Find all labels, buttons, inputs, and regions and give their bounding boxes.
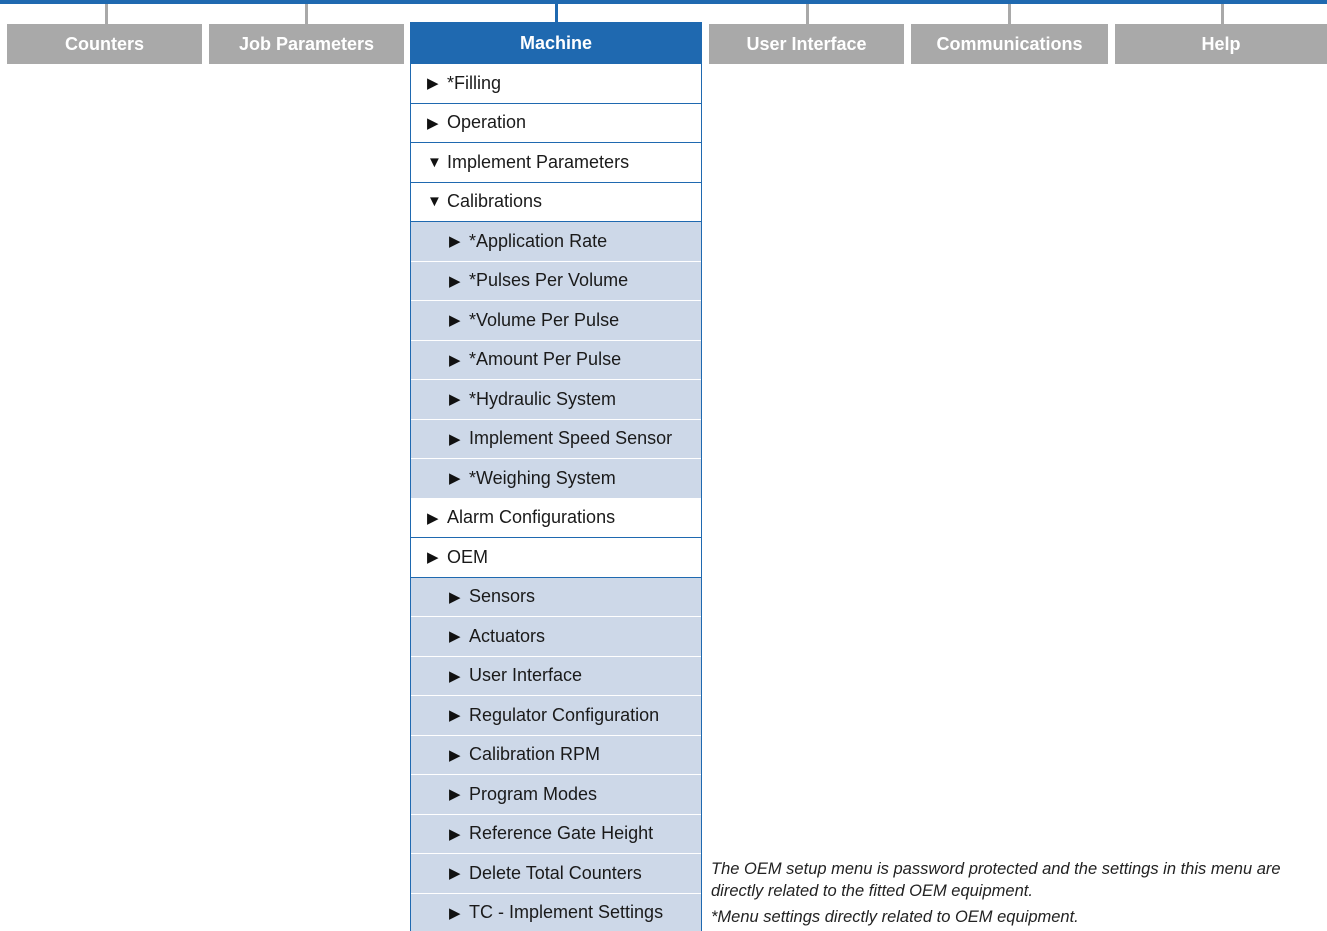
tab-connector	[1008, 4, 1011, 24]
menu-item-label: *Amount Per Pulse	[469, 349, 622, 370]
triangle-right-icon: ▶	[449, 470, 461, 488]
triangle-right-icon: ▶	[449, 904, 461, 922]
triangle-right-icon: ▶	[449, 391, 461, 409]
tab-connector	[1221, 4, 1224, 24]
menu-item-label: User Interface	[469, 665, 583, 686]
tab-counters[interactable]: Counters	[7, 24, 202, 64]
submenu-item[interactable]: ▶ Calibration RPM	[411, 735, 701, 775]
submenu-item[interactable]: ▶ *Hydraulic System	[411, 380, 701, 420]
triangle-right-icon: ▶	[449, 272, 461, 290]
submenu-item[interactable]: ▶ Delete Total Counters	[411, 854, 701, 894]
menu-item-label: Alarm Configurations	[447, 507, 616, 528]
triangle-down-icon: ▼	[427, 193, 442, 211]
tab-connector	[305, 4, 308, 24]
menu-item[interactable]: ▶ *Filling	[411, 64, 701, 104]
menu-item-label: Regulator Configuration	[469, 704, 660, 725]
triangle-right-icon: ▶	[449, 865, 461, 883]
submenu-item[interactable]: ▶ Regulator Configuration	[411, 696, 701, 736]
menu-item-label: Calibration RPM	[469, 744, 601, 765]
tab-connector-active	[555, 4, 558, 24]
tab-connector	[105, 4, 108, 24]
menu-item-label: Implement Parameters	[447, 151, 630, 172]
menu-item-label: Calibrations	[447, 191, 543, 212]
menu-item-label: *Weighing System	[469, 467, 616, 488]
triangle-right-icon: ▶	[427, 549, 439, 567]
triangle-right-icon: ▶	[449, 707, 461, 725]
menu-item-label: OEM	[447, 546, 489, 567]
menu-item-label: *Filling	[447, 72, 502, 93]
machine-menu-list: ▶ *Filling ▶ Operation ▼ Implement Parameters…	[410, 64, 702, 931]
triangle-down-icon: ▼	[427, 153, 442, 171]
triangle-right-icon: ▶	[449, 746, 461, 764]
submenu-item[interactable]: ▶ *Amount Per Pulse	[411, 340, 701, 380]
top-connector-line	[0, 0, 1327, 4]
menu-item-label: Delete Total Counters	[469, 862, 642, 883]
tab-user-interface[interactable]: User Interface	[709, 24, 904, 64]
triangle-right-icon: ▶	[449, 588, 461, 606]
submenu-item[interactable]: ▶ *Volume Per Pulse	[411, 301, 701, 341]
menu-item-label: Sensors	[469, 586, 536, 607]
tab-connector	[806, 4, 809, 24]
menu-item-label: Program Modes	[469, 783, 598, 804]
menu-item-label: *Hydraulic System	[469, 388, 617, 409]
tab-machine[interactable]: Machine	[410, 22, 702, 64]
menu-item[interactable]: ▶ Alarm Configurations	[411, 498, 701, 538]
triangle-right-icon: ▶	[427, 509, 439, 527]
triangle-right-icon: ▶	[449, 786, 461, 804]
triangle-right-icon: ▶	[449, 233, 461, 251]
tab-help[interactable]: Help	[1115, 24, 1327, 64]
menu-item-label: Reference Gate Height	[469, 823, 654, 844]
submenu-item[interactable]: ▶ TC - Implement Settings	[411, 893, 701, 931]
submenu-item[interactable]: ▶ *Application Rate	[411, 222, 701, 262]
submenu-item[interactable]: ▶ Program Modes	[411, 775, 701, 815]
menu-item-label: *Pulses Per Volume	[469, 270, 629, 291]
triangle-right-icon: ▶	[449, 430, 461, 448]
menu-item-label: Actuators	[469, 625, 546, 646]
menu-item[interactable]: ▶ OEM	[411, 538, 701, 578]
submenu-item[interactable]: ▶ Implement Speed Sensor	[411, 419, 701, 459]
menu-item[interactable]: ▼ Implement Parameters	[411, 143, 701, 183]
triangle-right-icon: ▶	[427, 75, 439, 93]
submenu-item[interactable]: ▶ User Interface	[411, 656, 701, 696]
submenu-item[interactable]: ▶ Sensors	[411, 577, 701, 617]
menu-item[interactable]: ▼ Calibrations	[411, 182, 701, 222]
asterisk-note: *Menu settings directly related to OEM e…	[711, 908, 1079, 926]
tab-communications[interactable]: Communications	[911, 24, 1108, 64]
triangle-right-icon: ▶	[449, 667, 461, 685]
oem-note: The OEM setup menu is password protected…	[711, 860, 1281, 900]
submenu-item[interactable]: ▶ *Pulses Per Volume	[411, 261, 701, 301]
menu-item-label: *Volume Per Pulse	[469, 309, 620, 330]
triangle-right-icon: ▶	[449, 351, 461, 369]
triangle-right-icon: ▶	[449, 825, 461, 843]
triangle-right-icon: ▶	[449, 628, 461, 646]
submenu-item[interactable]: ▶ Actuators	[411, 617, 701, 657]
menu-structure-diagram: Counters Job Parameters Machine User Int…	[0, 0, 1327, 931]
menu-item-label: Operation	[447, 112, 527, 133]
tab-job-parameters[interactable]: Job Parameters	[209, 24, 404, 64]
menu-item[interactable]: ▶ Operation	[411, 103, 701, 143]
submenu-item[interactable]: ▶ Reference Gate Height	[411, 814, 701, 854]
triangle-right-icon: ▶	[449, 312, 461, 330]
menu-item-label: TC - Implement Settings	[469, 902, 664, 923]
menu-item-label: Implement Speed Sensor	[469, 428, 673, 449]
triangle-right-icon: ▶	[427, 114, 439, 132]
menu-item-label: *Application Rate	[469, 230, 608, 251]
submenu-item[interactable]: ▶ *Weighing System	[411, 459, 701, 499]
